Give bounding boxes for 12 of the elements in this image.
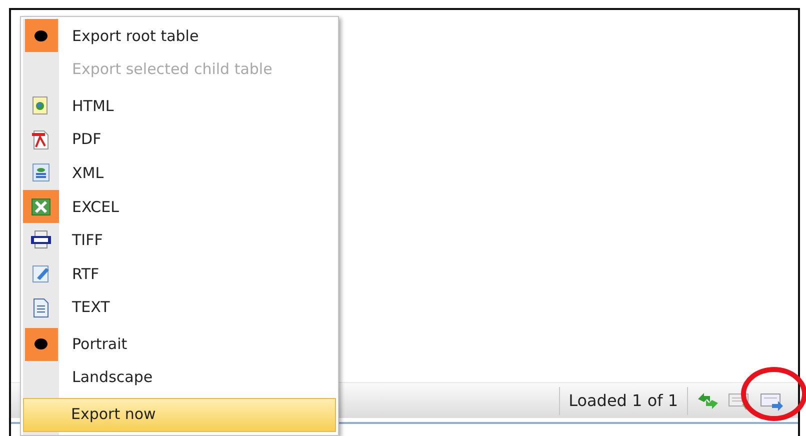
export-now-item[interactable]: Export now <box>23 398 336 432</box>
radio-menu-item[interactable]: Landscape <box>23 360 336 395</box>
format-menu-item[interactable]: HTML <box>23 89 336 123</box>
status-text: Loaded 1 of 1 <box>558 386 688 414</box>
format-menu-item[interactable]: TEXT <box>23 290 336 324</box>
format-menu-item[interactable]: XML <box>23 156 336 190</box>
radio-menu-item[interactable]: Export root table <box>23 19 336 53</box>
format-menu-item[interactable]: RTF <box>23 257 336 291</box>
radio-menu-item[interactable]: Portrait <box>23 327 336 361</box>
format-menu-item[interactable]: TIFF <box>23 224 336 258</box>
format-menu-item[interactable]: EXCEL <box>23 190 336 224</box>
format-menu-item[interactable]: PDF <box>23 122 336 156</box>
